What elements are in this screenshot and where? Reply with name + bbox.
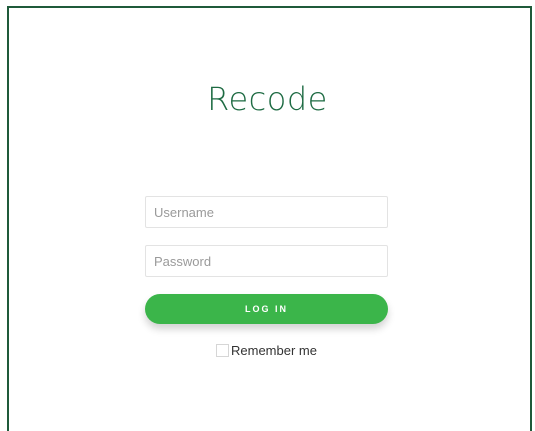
remember-me-label: Remember me xyxy=(231,343,317,358)
app-logo-title: Recode xyxy=(207,80,328,118)
password-input[interactable] xyxy=(145,245,388,277)
username-input[interactable] xyxy=(145,196,388,228)
login-button[interactable]: LOG IN xyxy=(145,294,388,324)
remember-me-control[interactable]: Remember me xyxy=(216,343,317,358)
remember-me-checkbox[interactable] xyxy=(216,344,229,357)
